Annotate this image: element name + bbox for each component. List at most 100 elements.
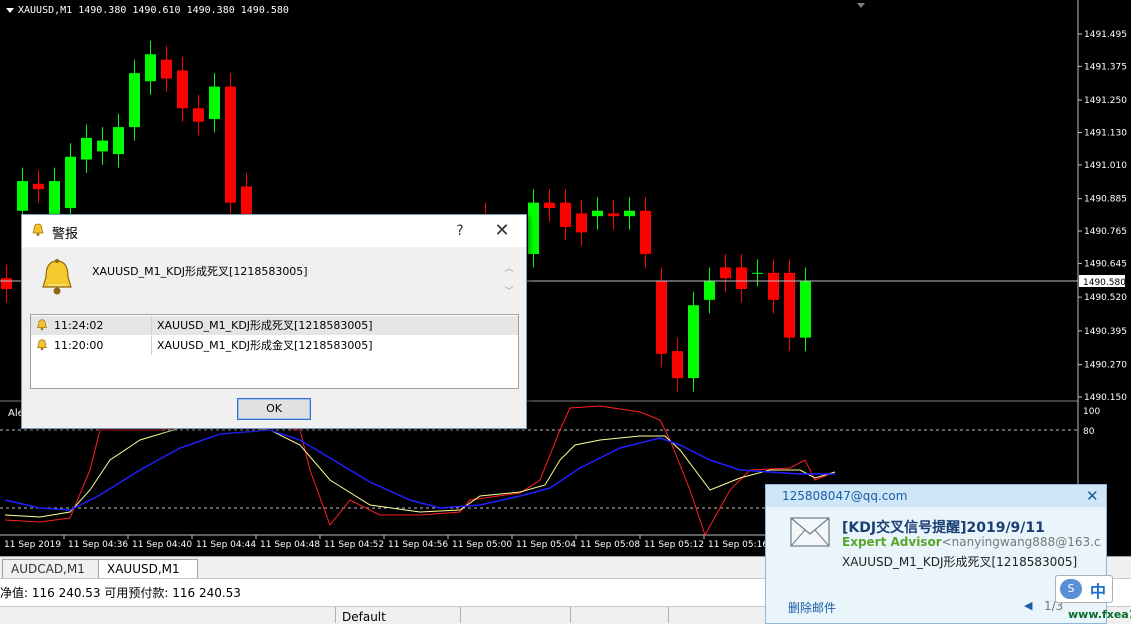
chart-shift-marker[interactable] — [857, 3, 865, 8]
ime-logo-icon[interactable]: S — [1060, 579, 1082, 599]
mail-account: 125808047@qq.com — [782, 489, 908, 503]
time-axis-label: 11 Sep 04:52 — [324, 540, 384, 550]
status-cell-2 — [460, 607, 567, 623]
symbol-header[interactable]: XAUUSD,M1 1490.380 1490.610 1490.380 149… — [6, 5, 289, 16]
candle-body — [145, 54, 156, 82]
candle-body — [704, 280, 715, 300]
price-axis-label: 1490.270 — [1084, 361, 1127, 371]
price-axis-label: 1491.250 — [1084, 96, 1127, 106]
list-item[interactable]: 11:24:02 XAUUSD_M1_KDJ形成死叉[1218583005] — [31, 316, 518, 335]
alert-time: 11:24:02 — [54, 319, 104, 332]
large-bell-icon — [42, 259, 72, 295]
candle-body — [720, 267, 731, 279]
tab-audcad[interactable]: AUDCAD,M1 — [2, 559, 106, 579]
price-axis-label: 1490.645 — [1084, 259, 1127, 269]
candle-body — [1, 278, 12, 290]
ime-toolbar[interactable]: S 中 — [1055, 575, 1113, 603]
message-scrollbar[interactable]: ︿ ﹀ — [502, 261, 516, 299]
alert-row-message: XAUUSD_M1_KDJ形成死叉[1218583005] — [157, 319, 373, 332]
status-cell-4 — [668, 607, 765, 623]
alert-titlebar[interactable]: 警报 ? ✕ — [22, 215, 526, 247]
price-axis-label: 1490.885 — [1084, 195, 1127, 205]
price-axis-label: 1491.130 — [1084, 129, 1127, 139]
price-axis: 1491.495 1491.375 1491.250 1491.130 1491.010… — [1078, 30, 1127, 403]
time-axis-label: 11 Sep 2019 — [4, 540, 61, 550]
bell-icon — [37, 319, 47, 331]
sender-address: <nanyingwang888@163.c... — [941, 535, 1102, 549]
candle-body — [656, 280, 667, 354]
mail-subject[interactable]: [KDJ交叉信号提醒]2019/9/11 — [842, 517, 1045, 537]
candle-body — [65, 156, 76, 209]
alert-title-text: 警报 — [52, 227, 79, 242]
dropdown-triangle-icon[interactable] — [6, 7, 14, 13]
time-axis: 11 Sep 2019 11 Sep 04:36 11 Sep 04:40 11 Se… — [4, 535, 769, 550]
close-icon[interactable]: ✕ — [1086, 487, 1099, 505]
candle-body — [113, 127, 124, 155]
time-axis-label: 11 Sep 04:44 — [196, 540, 256, 550]
candle-body — [177, 70, 188, 109]
candle-body — [768, 272, 779, 300]
scroll-down-icon[interactable]: ﹀ — [502, 284, 516, 297]
candle-body — [624, 210, 635, 217]
price-axis-label: 1491.010 — [1084, 161, 1127, 171]
candle-body — [97, 140, 108, 152]
candle-body — [640, 210, 651, 254]
watermark: www.fxea168.com — [1068, 608, 1131, 621]
candle-body — [129, 73, 140, 128]
candle-body — [193, 108, 204, 122]
candle-body — [592, 210, 603, 217]
time-axis-label: 11 Sep 05:04 — [516, 540, 576, 550]
candle-body — [81, 137, 92, 160]
alert-message-area: XAUUSD_M1_KDJ形成死叉[1218583005] ︿ ﹀ — [30, 251, 518, 307]
profile-cell: Default — [335, 607, 432, 623]
scroll-up-icon[interactable]: ︿ — [502, 261, 516, 274]
price-axis-label: 1490.150 — [1084, 393, 1127, 403]
sender-name: Expert Advisor — [842, 535, 942, 549]
alert-row-message: XAUUSD_M1_KDJ形成金叉[1218583005] — [157, 339, 373, 352]
time-axis-label: 11 Sep 05:08 — [580, 540, 640, 550]
price-axis-label: 1490.395 — [1084, 327, 1127, 337]
close-button[interactable]: ✕ — [490, 219, 514, 243]
candle-body — [33, 183, 44, 190]
time-axis-label: 11 Sep 04:36 — [68, 540, 128, 550]
time-axis-label: 11 Sep 05:16 — [708, 540, 768, 550]
column-separator — [151, 336, 152, 355]
status-cell-3 — [570, 607, 677, 623]
tab-xauusd[interactable]: XAUUSD,M1 — [98, 559, 198, 579]
alert-dialog: 警报 ? ✕ XAUUSD_M1_KDJ形成死叉[1218583005] ︿ ﹀ … — [21, 214, 527, 429]
ok-button[interactable]: OK — [237, 398, 311, 420]
candle-body — [528, 202, 539, 254]
time-axis-label: 11 Sep 04:56 — [388, 540, 448, 550]
price-axis-label: 1491.495 — [1084, 30, 1127, 40]
time-axis-label: 11 Sep 04:48 — [260, 540, 320, 550]
price-axis-label: 1491.375 — [1084, 62, 1127, 72]
mail-preview: XAUUSD_M1_KDJ形成死叉[1218583005] — [842, 555, 1078, 569]
candle-body — [688, 305, 699, 379]
delete-mail-link[interactable]: 删除邮件 — [788, 599, 836, 616]
list-item[interactable]: 11:20:00 XAUUSD_M1_KDJ形成金叉[1218583005] — [31, 336, 518, 355]
mail-header: 125808047@qq.com ✕ — [766, 485, 1106, 507]
indicator-axis-100: 100 — [1083, 407, 1100, 417]
alert-time: 11:20:00 — [54, 339, 104, 352]
indicator-axis-80: 80 — [1083, 427, 1095, 437]
candle-body — [736, 267, 747, 290]
candle-body — [209, 86, 220, 120]
current-price-tag: 1490.580 — [1083, 278, 1126, 288]
previous-arrow-icon[interactable]: ◀ — [1024, 599, 1032, 612]
candle-body — [560, 202, 571, 227]
symbol-header-text: XAUUSD,M1 1490.380 1490.610 1490.380 149… — [18, 5, 289, 16]
candle-body — [49, 181, 60, 217]
price-axis-label: 1490.765 — [1084, 227, 1127, 237]
candle-body — [800, 280, 811, 338]
candle-body — [576, 213, 587, 233]
ime-language[interactable]: 中 — [1090, 578, 1106, 602]
candle-body — [225, 86, 236, 203]
bell-icon — [32, 223, 44, 236]
candle-body — [752, 272, 763, 274]
help-button[interactable]: ? — [450, 221, 470, 241]
mail-notification[interactable]: 125808047@qq.com ✕ [KDJ交叉信号提醒]2019/9/11 … — [765, 484, 1107, 624]
candle-body — [17, 181, 28, 211]
alert-history-list[interactable]: 11:24:02 XAUUSD_M1_KDJ形成死叉[1218583005] 1… — [30, 314, 519, 389]
alert-message-text: XAUUSD_M1_KDJ形成死叉[1218583005] — [92, 265, 308, 278]
candle-body — [544, 202, 555, 209]
